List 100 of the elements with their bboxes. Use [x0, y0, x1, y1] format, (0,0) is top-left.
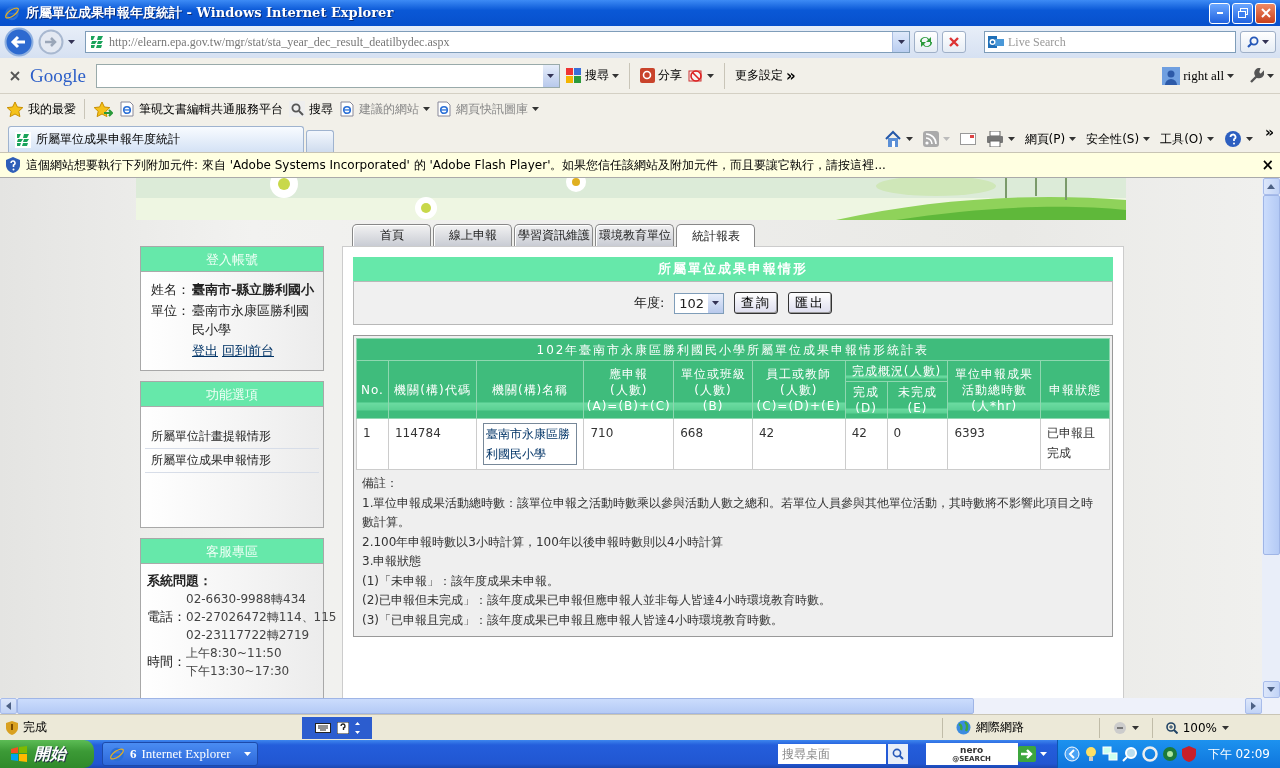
caret-icon[interactable] — [1007, 137, 1015, 141]
vertical-scrollbar[interactable] — [1262, 178, 1280, 698]
star-icon — [6, 100, 24, 118]
caret-icon[interactable] — [897, 40, 905, 44]
link[interactable]: 登出 — [192, 341, 218, 360]
caret-icon[interactable] — [706, 73, 714, 78]
note-text: 2.100年申報時數以3小時計算，100年以後申報時數則以4小時計算 — [362, 533, 724, 551]
share-menu[interactable]: 分享 — [657, 67, 682, 84]
header-text: 單位申報成果 — [954, 365, 1035, 382]
caret-icon[interactable] — [1206, 137, 1214, 141]
horizontal-scrollbar[interactable] — [0, 698, 1262, 714]
magnifier-icon[interactable] — [1121, 746, 1138, 762]
caret-icon[interactable] — [1267, 73, 1274, 78]
close-button[interactable]: × — [1261, 156, 1274, 174]
infobar-message[interactable]: 這個網站想要執行下列附加元件: 來自 'Adobe Systems Incorporated' 的 'Adobe Flash Player'。如果您信任該網站及附加元件，而且要讓它執行，請按這裡... — [26, 156, 1256, 174]
refresh-button[interactable] — [914, 31, 938, 53]
favorite-link[interactable]: 筆硯文書編輯共通服務平台 — [139, 100, 283, 118]
zoom-icon[interactable] — [1165, 721, 1178, 734]
close-icon[interactable] — [10, 70, 20, 81]
caret-icon[interactable] — [905, 137, 913, 141]
collapse-icon[interactable] — [1063, 746, 1080, 762]
overflow-glyph[interactable]: » — [1264, 124, 1274, 140]
caret-icon[interactable] — [1227, 73, 1234, 78]
nav-tab[interactable]: 統計報表 — [676, 224, 755, 247]
more-settings-menu[interactable]: 更多設定 — [734, 67, 783, 84]
year-select[interactable]: 102 — [674, 292, 725, 314]
note-text: 3.申報狀態 — [362, 553, 423, 570]
header-text: 員工或教師 — [765, 365, 833, 382]
nav-tab[interactable]: 線上申報 — [433, 224, 512, 246]
bulb-icon[interactable] — [1083, 746, 1098, 762]
caret-icon[interactable] — [1245, 137, 1253, 141]
search-button[interactable] — [1240, 31, 1276, 53]
search-menu[interactable]: 搜尋 — [584, 67, 609, 84]
start-button[interactable]: 開始 — [0, 740, 94, 768]
wrench-icon[interactable] — [1248, 67, 1264, 84]
nav-tab[interactable]: 學習資訊維護 — [514, 224, 593, 246]
link[interactable]: 回到前台 — [222, 341, 274, 360]
user-menu[interactable]: right all — [1183, 67, 1224, 84]
home-icon[interactable] — [883, 130, 902, 148]
status-circle-icon[interactable] — [1161, 746, 1178, 762]
caret-icon[interactable] — [68, 40, 75, 44]
command-menu[interactable]: 安全性(S) — [1086, 130, 1140, 148]
keyboard-icon[interactable] — [314, 722, 331, 733]
sync-icon[interactable] — [1141, 746, 1158, 762]
close-button[interactable] — [1255, 2, 1276, 24]
browser-tab[interactable]: 所屬單位成果申報年度統計 — [8, 126, 304, 152]
printer-icon[interactable] — [985, 131, 1004, 147]
blocked-popup-icon[interactable] — [687, 68, 704, 83]
stop-button[interactable] — [942, 31, 966, 53]
toolbar-search-field[interactable] — [95, 63, 560, 88]
help-icon[interactable] — [336, 721, 349, 734]
nav-tab[interactable]: 環境教育單位 — [595, 224, 674, 246]
nav-tab[interactable]: 首頁 — [352, 224, 431, 246]
caret-icon[interactable] — [1131, 725, 1139, 730]
institution-link[interactable]: 臺南市永康區勝利國民小學 — [482, 423, 578, 465]
address-field[interactable]: http://elearn.epa.gov.tw/mgr/stat/sta_year_dec_result_deatilbydec.aspx — [85, 31, 910, 53]
caret-icon[interactable] — [1069, 137, 1077, 141]
more-glyph[interactable]: » — [785, 66, 796, 85]
menu-item[interactable]: 所屬單位計畫提報情形 — [145, 425, 319, 449]
status-text: 完成 — [23, 719, 47, 736]
header-text: 應申報 — [608, 365, 650, 382]
action-button[interactable]: 匯出 — [788, 292, 833, 314]
caret-icon[interactable] — [1143, 137, 1151, 141]
caret-icon[interactable] — [1262, 40, 1269, 44]
left-arrow-icon[interactable] — [6, 702, 11, 710]
caret-icon[interactable] — [547, 73, 555, 78]
caret-icon[interactable] — [423, 107, 430, 111]
caret-icon[interactable] — [532, 107, 539, 111]
down-arrow-icon[interactable] — [1267, 687, 1275, 692]
right-arrow-icon[interactable] — [1251, 702, 1256, 710]
caret-icon[interactable] — [1039, 752, 1047, 756]
protected-mode-icon[interactable] — [1112, 720, 1127, 735]
network-icon[interactable] — [1101, 746, 1118, 762]
command-menu[interactable]: 工具(O) — [1160, 130, 1203, 148]
command-menu[interactable]: 網頁(P) — [1024, 130, 1066, 148]
back-button-icon[interactable] — [4, 27, 34, 57]
restore-button[interactable] — [1232, 2, 1253, 24]
action-button[interactable]: 查詢 — [734, 292, 779, 314]
options-icon[interactable] — [354, 721, 360, 734]
favorites-button[interactable]: 我的最愛 — [28, 100, 76, 118]
up-arrow-icon[interactable] — [1267, 184, 1275, 189]
caret-icon[interactable] — [611, 73, 619, 78]
close-icon — [1260, 8, 1271, 18]
stop-icon — [948, 36, 960, 48]
caret-icon[interactable] — [712, 301, 720, 305]
menu-item[interactable]: 所屬單位成果申報情形 — [145, 449, 319, 473]
taskbar-button[interactable]: 6 Internet Explorer — [102, 742, 258, 766]
caret-icon[interactable] — [1222, 725, 1229, 730]
refresh-icon — [918, 35, 934, 49]
browser-icon — [109, 746, 125, 762]
header-text: (人數) — [693, 381, 733, 398]
add-favorite-icon[interactable] — [93, 100, 113, 118]
table-cell: 0 — [887, 418, 948, 470]
mail-icon[interactable] — [959, 133, 976, 145]
desktop-search-field[interactable]: 搜尋桌面 — [777, 744, 886, 764]
minimize-button[interactable] — [1209, 2, 1230, 24]
favorite-link[interactable]: 搜尋 — [309, 100, 333, 118]
zoom-level[interactable]: 100% — [1182, 720, 1217, 735]
search-button[interactable] — [887, 744, 908, 764]
field-value: 02-6630-9988轉434 — [186, 591, 307, 608]
